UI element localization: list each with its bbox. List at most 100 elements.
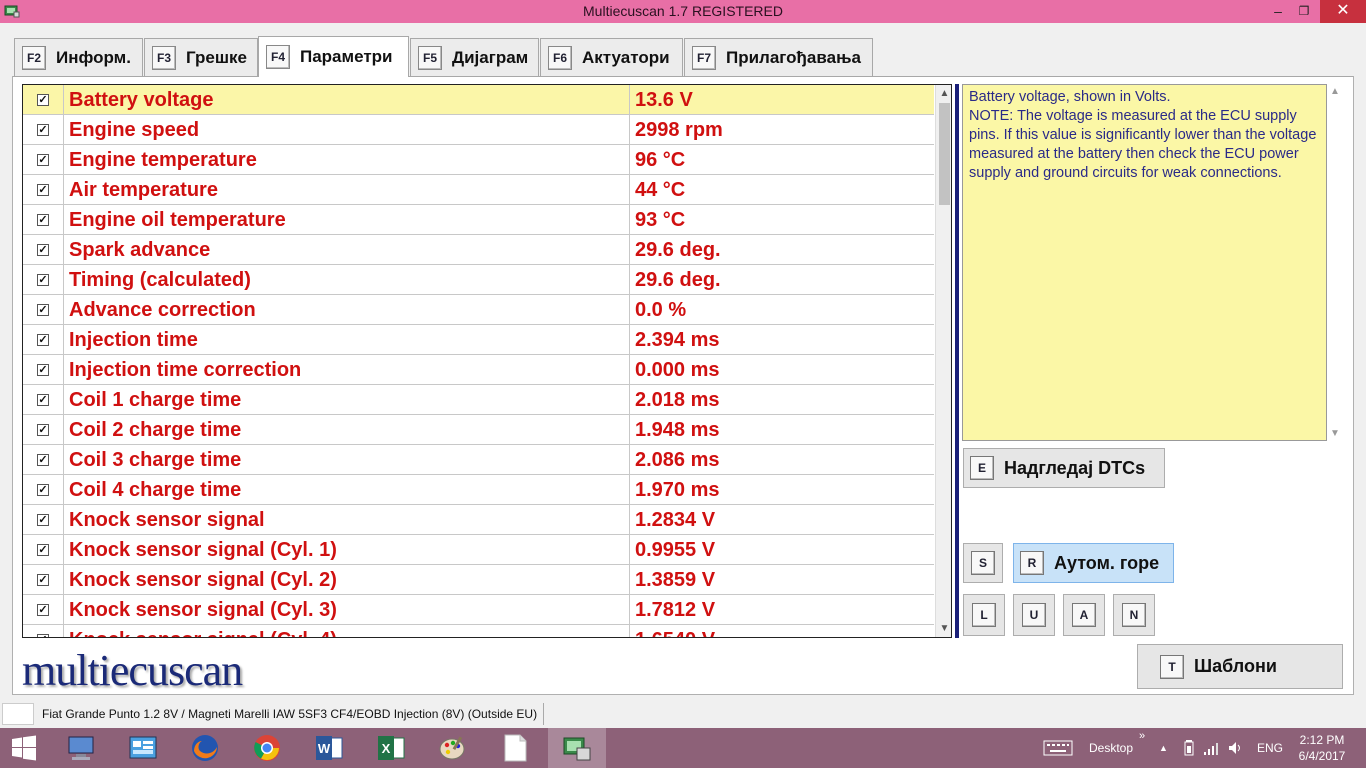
scroll-up-icon[interactable]: ▲	[936, 85, 951, 102]
parameter-row[interactable]: ✓ Coil 2 charge time 1.948 ms	[23, 415, 934, 445]
parameter-row[interactable]: ✓ Injection time correction 0.000 ms	[23, 355, 934, 385]
auto-up-button[interactable]: R Аутом. горе	[1013, 543, 1174, 583]
monitor-dtcs-button[interactable]: E Надгледај DTCs	[963, 448, 1165, 488]
parameter-checkbox[interactable]: ✓	[37, 604, 49, 616]
checkbox-cell: ✓	[23, 475, 64, 505]
checkbox-cell: ✓	[23, 115, 64, 145]
taskbar-chrome[interactable]	[238, 728, 296, 768]
checkbox-cell: ✓	[23, 325, 64, 355]
parameter-checkbox[interactable]: ✓	[37, 274, 49, 286]
button-key: S	[971, 551, 995, 575]
l-button[interactable]: L	[963, 594, 1005, 636]
parameter-checkbox[interactable]: ✓	[37, 514, 49, 526]
parameter-row[interactable]: ✓ Timing (calculated) 29.6 deg.	[23, 265, 934, 295]
clock[interactable]: 2:12 PM 6/4/2017	[1294, 728, 1350, 768]
parameter-row[interactable]: ✓ Knock sensor signal 1.2834 V	[23, 505, 934, 535]
computer-icon	[68, 736, 94, 760]
scroll-down-icon[interactable]: ▼	[936, 620, 951, 637]
checkbox-cell: ✓	[23, 505, 64, 535]
parameter-checkbox[interactable]: ✓	[37, 124, 49, 136]
tab-adjustments[interactable]: F7 Прилагођавања	[684, 38, 873, 76]
network-icon[interactable]	[1203, 728, 1219, 768]
desktop-toolbar[interactable]: Desktop	[1089, 728, 1133, 768]
parameter-checkbox[interactable]: ✓	[37, 94, 49, 106]
parameter-rows: ✓ Battery voltage 13.6 V ✓ Engine speed 2998 …	[23, 85, 934, 637]
parameter-checkbox[interactable]: ✓	[37, 244, 49, 256]
table-scrollbar[interactable]: ▲ ▼	[935, 85, 951, 637]
parameter-name: Engine oil temperature	[64, 205, 630, 235]
taskbar-excel[interactable]: X	[362, 728, 420, 768]
checkbox-cell: ✓	[23, 265, 64, 295]
parameter-row[interactable]: ✓ Knock sensor signal (Cyl. 4)1.6540 V	[23, 625, 934, 637]
parameter-row[interactable]: ✓ Coil 4 charge time 1.970 ms	[23, 475, 934, 505]
taskbar-computer[interactable]	[52, 728, 110, 768]
show-hidden-icons[interactable]: ▲	[1159, 728, 1168, 768]
volume-icon[interactable]	[1228, 728, 1244, 768]
u-button[interactable]: U	[1013, 594, 1055, 636]
toolbar-chevron-icon[interactable]: »	[1139, 716, 1145, 756]
battery-icon[interactable]	[1184, 728, 1194, 768]
button-key: R	[1020, 551, 1044, 575]
parameter-row[interactable]: ✓ Engine oil temperature 93 °C	[23, 205, 934, 235]
parameter-row[interactable]: ✓ Coil 1 charge time 2.018 ms	[23, 385, 934, 415]
taskbar-paint[interactable]	[424, 728, 482, 768]
language-indicator[interactable]: ENG	[1257, 728, 1283, 768]
taskbar-multiecuscan[interactable]	[548, 728, 606, 768]
parameter-value: 0.9955 V	[635, 539, 716, 561]
parameter-row[interactable]: ✓ Spark advance 29.6 deg.	[23, 235, 934, 265]
maximize-button[interactable]: ❐	[1289, 0, 1319, 23]
parameter-row[interactable]: ✓ Knock sensor signal (Cyl. 2) 1.3859 V	[23, 565, 934, 595]
close-button[interactable]: ✕	[1320, 0, 1366, 23]
parameter-row[interactable]: ✓ Air temperature 44 °C	[23, 175, 934, 205]
parameter-row[interactable]: ✓ Advance correction 0.0 %	[23, 295, 934, 325]
parameter-row[interactable]: ✓ Knock sensor signal (Cyl. 1) 0.9955 V	[23, 535, 934, 565]
control-panel-icon	[129, 736, 157, 759]
s-button[interactable]: S	[963, 543, 1003, 583]
parameter-name: Coil 3 charge time	[64, 445, 630, 475]
parameter-checkbox[interactable]: ✓	[37, 154, 49, 166]
parameter-checkbox[interactable]: ✓	[37, 484, 49, 496]
parameter-name: Coil 2 charge time	[64, 415, 630, 445]
tab-info[interactable]: F2 Информ.	[14, 38, 143, 76]
scroll-down-icon[interactable]: ▼	[1327, 428, 1343, 439]
parameter-table[interactable]: ✓ Battery voltage 13.6 V ✓ Engine speed 2998 …	[22, 84, 952, 638]
keyboard-icon[interactable]	[1043, 728, 1073, 768]
parameter-row[interactable]: ✓ Coil 3 charge time 2.086 ms	[23, 445, 934, 475]
parameter-row[interactable]: ✓ Battery voltage 13.6 V	[23, 85, 934, 115]
start-button[interactable]	[0, 728, 48, 768]
parameter-checkbox[interactable]: ✓	[37, 184, 49, 196]
scroll-up-icon[interactable]: ▲	[1327, 86, 1343, 97]
parameter-row[interactable]: ✓ Engine speed 2998 rpm	[23, 115, 934, 145]
taskbar-word[interactable]: W	[300, 728, 358, 768]
parameter-checkbox[interactable]: ✓	[37, 364, 49, 376]
tab-errors[interactable]: F3 Грешке	[144, 38, 258, 76]
taskbar-control-panel[interactable]	[114, 728, 172, 768]
pane-divider[interactable]	[955, 84, 959, 638]
tab-parameters[interactable]: F4 Параметри	[258, 36, 409, 77]
a-button[interactable]: A	[1063, 594, 1105, 636]
taskbar-notepad[interactable]	[486, 728, 544, 768]
button-key: U	[1022, 603, 1046, 627]
parameter-checkbox[interactable]: ✓	[37, 214, 49, 226]
parameter-checkbox[interactable]: ✓	[37, 394, 49, 406]
taskbar-firefox[interactable]	[176, 728, 234, 768]
parameter-checkbox[interactable]: ✓	[37, 304, 49, 316]
tab-actuators[interactable]: F6 Актуатори	[540, 38, 683, 76]
parameter-row[interactable]: ✓ Engine temperature 96 °C	[23, 145, 934, 175]
scroll-thumb[interactable]	[939, 103, 950, 205]
parameter-row[interactable]: ✓ Injection time 2.394 ms	[23, 325, 934, 355]
tab-diagram[interactable]: F5 Дијаграм	[410, 38, 539, 76]
description-scrollbar[interactable]: ▲ ▼	[1327, 84, 1343, 441]
parameter-checkbox[interactable]: ✓	[37, 544, 49, 556]
templates-button[interactable]: T Шаблони	[1137, 644, 1343, 689]
parameter-checkbox[interactable]: ✓	[37, 634, 49, 637]
parameter-value: 1.3859 V	[635, 569, 716, 591]
parameter-checkbox[interactable]: ✓	[37, 454, 49, 466]
parameter-row[interactable]: ✓ Knock sensor signal (Cyl. 3) 1.7812 V	[23, 595, 934, 625]
n-button[interactable]: N	[1113, 594, 1155, 636]
parameter-checkbox[interactable]: ✓	[37, 334, 49, 346]
parameter-name: Spark advance	[64, 235, 630, 265]
parameter-description: Battery voltage, shown in Volts. NOTE: T…	[962, 84, 1327, 441]
parameter-checkbox[interactable]: ✓	[37, 574, 49, 586]
parameter-checkbox[interactable]: ✓	[37, 424, 49, 436]
